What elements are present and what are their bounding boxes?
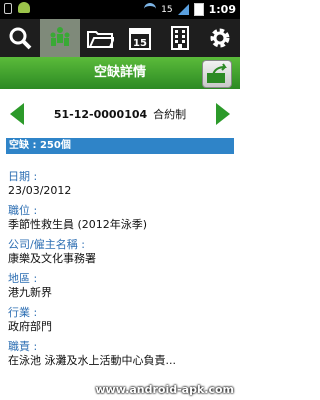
field-label: 地區 : — [8, 272, 38, 285]
calendar-day: 15 — [133, 38, 147, 49]
android-icon — [18, 2, 30, 13]
folder-button[interactable] — [80, 19, 120, 57]
share-icon — [207, 63, 227, 83]
field-value: 23/03/2012 — [8, 184, 72, 197]
search-icon — [9, 27, 32, 50]
usb-icon — [4, 3, 12, 14]
field-industry: 行業 : 政府部門 — [8, 306, 232, 334]
next-arrow-icon[interactable] — [216, 103, 230, 125]
settings-button[interactable] — [200, 19, 240, 57]
folder-icon — [87, 31, 114, 48]
field-label: 行業 : — [8, 306, 38, 319]
people-icon — [50, 27, 70, 46]
search-button[interactable] — [0, 19, 40, 57]
field-value: 季節性救生員 (2012年泳季) — [8, 218, 148, 231]
field-label: 職責 : — [8, 340, 38, 353]
previous-arrow-icon[interactable] — [10, 103, 24, 125]
field-duties: 職責 : 在泳池 泳灘及水上活動中心負責... — [8, 340, 232, 368]
battery-icon — [193, 3, 204, 16]
field-value: 政府部門 — [8, 320, 52, 333]
calendar-button[interactable]: 15 — [120, 19, 160, 57]
field-value: 港九新界 — [8, 286, 52, 299]
field-value: 在泳池 泳灘及水上活動中心負責... — [8, 354, 176, 367]
job-id: 51-12-0000104 合約制 — [30, 106, 210, 122]
share-button[interactable] — [202, 60, 232, 88]
status-bar: 15 1:09 — [0, 0, 240, 19]
field-district: 地區 : 港九新界 — [8, 272, 232, 300]
field-value: 康樂及文化事務署 — [8, 252, 96, 265]
field-employer: 公司/僱主名稱 : 康樂及文化事務署 — [8, 238, 232, 266]
building-button[interactable] — [160, 19, 200, 57]
wifi-icon — [144, 3, 157, 16]
toolbar: 15 — [0, 19, 240, 57]
job-number: 51-12-0000104 — [53, 108, 148, 121]
detail-fields: 日期 : 23/03/2012 職位 : 季節性救生員 (2012年泳季) 公司… — [8, 170, 232, 374]
field-label: 日期 : — [8, 170, 38, 183]
job-nav: 51-12-0000104 合約制 — [0, 96, 240, 134]
building-icon — [171, 26, 189, 50]
contract-type: 合約制 — [153, 108, 187, 121]
clock: 1:09 — [208, 3, 236, 16]
field-label: 公司/僱主名稱 : — [8, 238, 85, 251]
carrier-badge: 15 — [161, 4, 173, 15]
signal-icon — [177, 4, 189, 15]
field-date: 日期 : 23/03/2012 — [8, 170, 232, 198]
jobs-tab[interactable] — [40, 19, 80, 57]
field-label: 職位 : — [8, 204, 38, 217]
gear-icon — [210, 28, 230, 48]
watermark: www.android-apk.com — [95, 383, 234, 396]
vacancy-bar: 空缺 : 250個 — [6, 138, 234, 154]
title-bar: 空缺詳情 — [0, 57, 240, 89]
calendar-icon: 15 — [129, 28, 151, 50]
field-position: 職位 : 季節性救生員 (2012年泳季) — [8, 204, 232, 232]
